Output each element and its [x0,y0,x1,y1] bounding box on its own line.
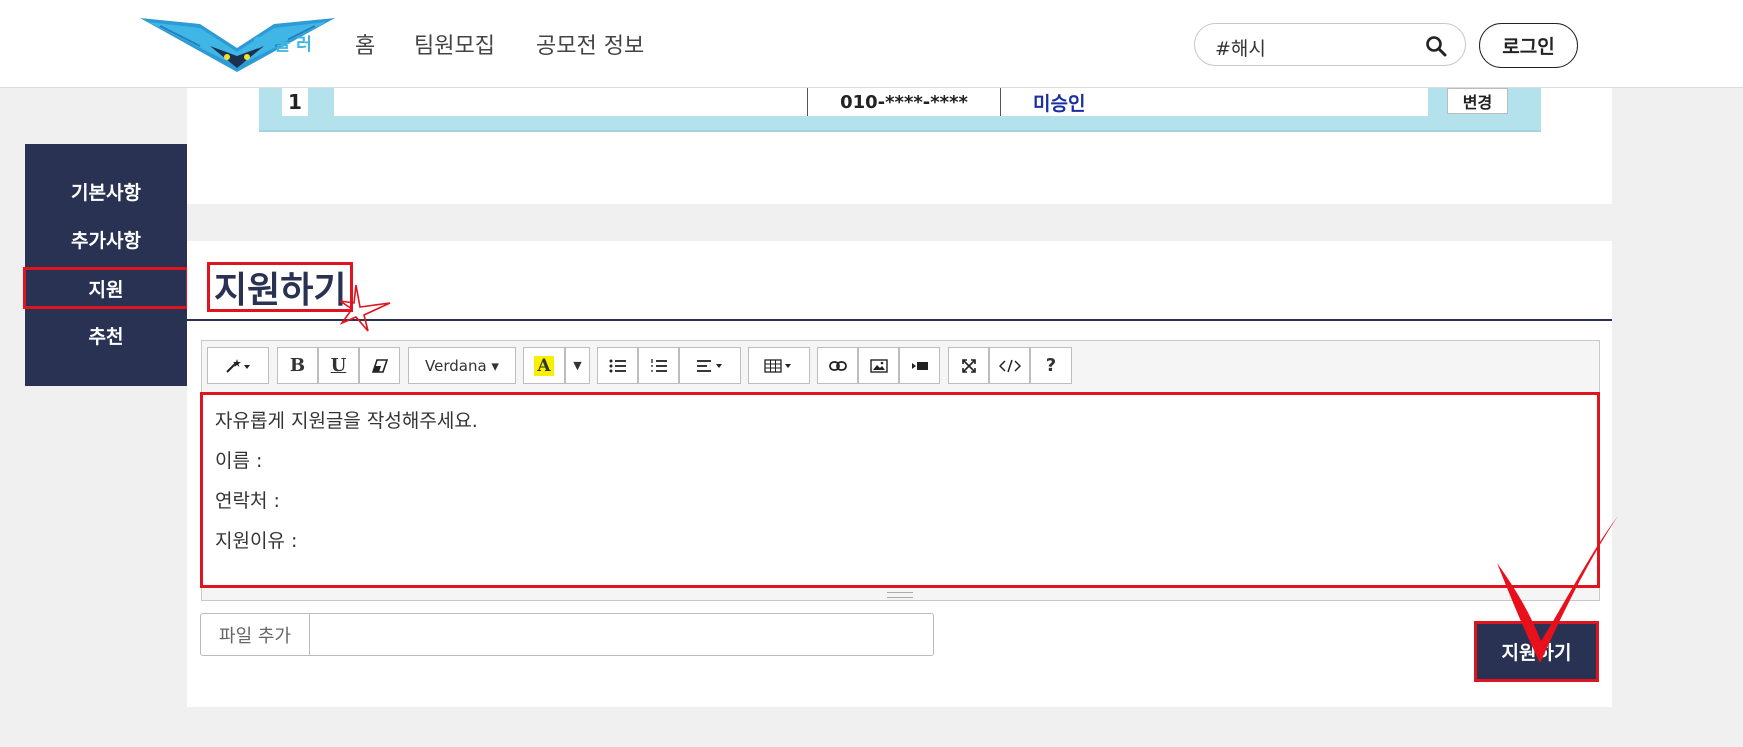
row-phone: 010-****-**** [808,88,1001,116]
video-icon[interactable] [899,347,940,384]
help-icon[interactable]: ? [1030,347,1072,384]
file-name-field[interactable] [309,613,934,656]
top-header: 아울러 홈 팀원모집 공모전 정보 #해시 로그인 [0,0,1743,88]
row-status: 미승인 [1001,88,1428,116]
sidebar-item-basic[interactable]: 기본사항 [25,170,187,212]
font-family-select[interactable]: Verdana ▾ [408,347,516,384]
search-input[interactable]: #해시 [1194,23,1466,66]
link-icon[interactable] [817,347,858,384]
magic-wand-icon[interactable] [207,347,269,384]
text-color-icon[interactable]: A [523,347,565,384]
editor-line-contact: 연락처 : [215,490,280,512]
ordered-list-icon[interactable] [638,347,679,384]
sidebar-item-apply[interactable]: 지원 [23,267,189,309]
row-name [334,88,808,116]
editor-resize-handle[interactable] [887,592,913,598]
star-mark-icon [340,284,391,332]
page-title: 지원하기 [207,262,354,312]
editor-line-intro: 자유롭게 지원글을 작성해주세요. [215,410,478,432]
editor-line-name: 이름 : [215,450,263,472]
change-status-button[interactable]: 변경 [1447,88,1508,114]
font-family-value: Verdana [425,356,487,375]
add-file-button[interactable]: 파일 추가 [200,613,310,656]
nav-team-recruit[interactable]: 팀원모집 [414,28,495,60]
title-divider [187,319,1612,321]
search-value: #해시 [1215,38,1266,60]
editor-line-reason: 지원이유 : [215,530,298,552]
brand-name[interactable]: 아울러 [253,30,318,55]
fullscreen-icon[interactable] [948,347,989,384]
unordered-list-icon[interactable] [597,347,638,384]
editor-content-area[interactable]: 자유롭게 지원글을 작성해주세요. 이름 : 연락처 : 지원이유 : [200,392,1600,588]
table-icon[interactable] [748,347,810,384]
underline-icon[interactable]: U [318,347,359,384]
bold-icon[interactable]: B [277,347,318,384]
eraser-icon[interactable] [359,347,400,384]
sidebar: 기본사항 추가사항 지원 추천 [23,144,189,386]
nav-contest-info[interactable]: 공모전 정보 [536,28,644,60]
nav-home[interactable]: 홈 [355,28,375,60]
sidebar-item-recommend[interactable]: 추천 [25,314,187,356]
search-icon[interactable] [1425,35,1447,57]
align-icon[interactable] [679,347,741,384]
login-button[interactable]: 로그인 [1479,23,1578,68]
row-number: 1 [282,88,308,116]
submit-apply-button[interactable]: 지원하기 [1474,621,1599,682]
image-icon[interactable] [858,347,899,384]
sidebar-item-additional[interactable]: 추가사항 [25,218,187,260]
color-dropdown-icon[interactable]: ▼ [565,347,590,384]
code-view-icon[interactable] [989,347,1030,384]
